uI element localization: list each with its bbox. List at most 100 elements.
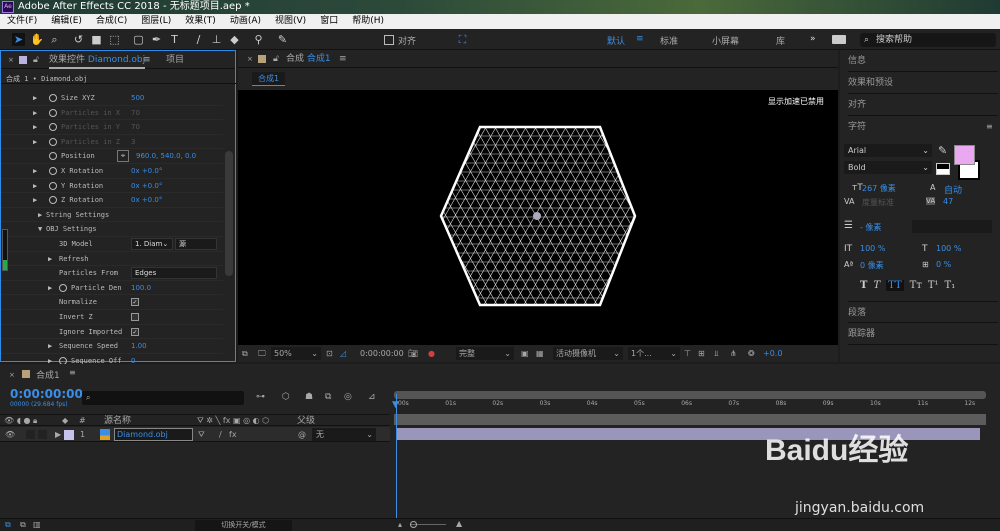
tab-project[interactable]: 项目 — [166, 51, 184, 69]
sync-settings-icon[interactable] — [832, 35, 846, 44]
effect-property-row[interactable]: ▶ Size XYZ 500 — [1, 91, 223, 106]
vertical-scale-value[interactable]: 100 % — [860, 244, 885, 253]
eraser-tool-icon[interactable]: ◆ — [228, 33, 241, 46]
visibility-icon[interactable]: 👁︎ — [5, 427, 15, 442]
scrollbar[interactable] — [225, 151, 233, 276]
puppet-pin-tool-icon[interactable]: ✎ — [276, 33, 289, 46]
toggle-switches-modes-button[interactable]: 切换开关/模式 — [195, 520, 292, 531]
lock-icon[interactable]: 🔓︎ — [33, 51, 39, 69]
stopwatch-icon[interactable] — [49, 152, 57, 161]
modes-toggle-icon[interactable]: ⧉ — [20, 520, 26, 530]
expand-arrow-icon[interactable]: ▶ — [48, 281, 52, 295]
stopwatch-icon[interactable] — [49, 137, 57, 146]
property-value[interactable]: 960.0, 540.0, 0.0 — [136, 149, 196, 163]
graph-editor-icon[interactable]: ⊿ — [368, 392, 376, 402]
workspace-small-screen[interactable]: 小屏幕 — [712, 34, 739, 47]
black-white-swatch[interactable] — [936, 163, 950, 175]
layer-row[interactable]: 👁︎ ▶ 1 Diamond.obj ⛛ / fx @ 无 ⌄ — [0, 427, 390, 442]
effect-property-row[interactable]: ▶ Particle Den 100.0 — [1, 281, 223, 296]
paragraph-panel[interactable]: 段落 — [848, 301, 998, 323]
zoom-select[interactable]: 50% ⌄ — [271, 347, 321, 360]
expand-arrow-icon[interactable]: ▶ — [33, 179, 37, 193]
current-time[interactable]: 0:00:00:00 — [10, 387, 83, 401]
faux-italic-button[interactable]: T — [873, 280, 880, 291]
snapshot-icon[interactable]: 📷︎ — [408, 345, 418, 362]
expand-down-arrow-icon[interactable]: ▼ — [38, 222, 42, 236]
stopwatch-icon[interactable] — [49, 108, 57, 117]
effect-property-row[interactable]: ▶ Sequence Speed 1.00 — [1, 339, 223, 354]
zoom-out-icon[interactable]: ▴ — [398, 520, 402, 529]
close-tab-icon[interactable]: × — [247, 50, 253, 68]
close-tab-icon[interactable]: × — [9, 371, 15, 379]
resolution-select[interactable]: 完整 ⌄ — [456, 347, 514, 360]
model-select[interactable]: 1. Diam⌄ — [131, 238, 173, 250]
stopwatch-icon[interactable] — [49, 196, 57, 205]
expand-arrow-icon[interactable]: ▶ — [33, 193, 37, 207]
effect-property-row[interactable]: ▶ Particles in X 70 — [1, 106, 223, 121]
pen-tool-icon[interactable]: ✒ — [150, 33, 163, 46]
expand-arrow-icon[interactable]: ▶ — [33, 135, 37, 149]
rotate-tool-icon[interactable]: ↺ — [72, 33, 85, 46]
all-caps-button[interactable]: TT — [886, 280, 904, 291]
frame-blending-icon[interactable]: ⧉ — [325, 392, 331, 402]
clone-stamp-tool-icon[interactable]: ⊥ — [210, 33, 223, 46]
subscript-button[interactable]: T₁ — [945, 280, 956, 291]
panel-menu-icon[interactable]: ≡ — [143, 51, 151, 69]
property-value[interactable]: 0x +0.0° — [131, 193, 162, 207]
type-tool-icon[interactable]: T — [168, 33, 181, 46]
draft-3d-icon[interactable]: ⊤ — [684, 345, 691, 362]
expand-arrow-icon[interactable]: ▶ — [33, 91, 37, 105]
expand-arrow-icon[interactable]: ▶ — [38, 208, 42, 222]
source-select[interactable]: 源 — [175, 238, 217, 250]
property-value[interactable]: 500 — [131, 91, 144, 105]
expand-arrow-icon[interactable]: ▶ — [33, 164, 37, 178]
property-value[interactable]: 70 — [131, 120, 140, 134]
column-source-name[interactable]: 源名称 — [104, 415, 131, 427]
playhead[interactable] — [396, 394, 397, 518]
search-help-input[interactable]: ⌕ 搜索帮助 — [860, 33, 996, 47]
rectangle-tool-icon[interactable]: ▢ — [132, 33, 145, 46]
zoom-tool-icon[interactable]: ⌕ — [48, 33, 61, 46]
hand-tool-icon[interactable]: ✋ — [30, 33, 44, 46]
expand-arrow-icon[interactable]: ▶ — [48, 339, 52, 353]
menu-help[interactable]: 帮助(H) — [345, 14, 391, 29]
kerning-value[interactable]: 度量标准 — [862, 197, 894, 208]
brush-tool-icon[interactable]: ∕ — [192, 33, 205, 46]
stopwatch-icon[interactable] — [49, 123, 57, 132]
particles-from-select[interactable]: Edges — [131, 267, 217, 280]
shy-switch-icon[interactable]: ⛛ — [198, 427, 205, 442]
roto-brush-tool-icon[interactable]: ⚲ — [252, 33, 265, 46]
layer-label-color[interactable] — [64, 430, 74, 440]
pickwhip-icon[interactable]: @ — [298, 427, 306, 442]
menu-file[interactable]: 文件(F) — [0, 14, 44, 29]
effect-property-row[interactable]: ▶ Particles in Y 70 — [1, 120, 223, 135]
effect-property-row[interactable]: ▶ Z Rotation 0x +0.0° — [1, 193, 223, 208]
workspace-default[interactable]: 默认 — [607, 34, 625, 47]
stopwatch-icon[interactable] — [49, 94, 57, 102]
workspace-library[interactable]: 库 — [776, 34, 785, 47]
expand-arrow-icon[interactable]: ▶ — [55, 427, 61, 442]
effect-property-row[interactable]: ▶ X Rotation 0x +0.0° — [1, 164, 223, 179]
info-panel[interactable]: 信息 — [848, 50, 998, 72]
horizontal-scale-value[interactable]: 100 % — [936, 244, 961, 253]
zoom-slider-handle[interactable] — [410, 521, 417, 528]
font-style-select[interactable]: Bold ⌄ — [844, 161, 932, 174]
menu-edit[interactable]: 编辑(E) — [44, 14, 89, 29]
stroke-type-select[interactable] — [912, 220, 992, 233]
in-out-toggle-icon[interactable]: ▥ — [33, 520, 41, 529]
tab-effect-controls[interactable]: 效果控件 Diamond.obj — [49, 51, 146, 69]
work-area-bar[interactable] — [394, 414, 986, 425]
lock-toggle[interactable] — [38, 430, 47, 439]
views-select[interactable]: 1个... ⌄ — [628, 347, 680, 360]
channel-icon[interactable]: ● — [428, 345, 435, 362]
playhead-handle-icon[interactable]: ▼ — [392, 400, 399, 410]
motion-blur-icon[interactable]: ◎ — [344, 392, 352, 402]
solo-toggle[interactable] — [26, 430, 35, 439]
comp-flowchart-icon[interactable]: ⊞ — [698, 345, 705, 362]
tracking-value[interactable]: 47 — [943, 197, 953, 206]
panel-menu-icon[interactable]: ≡ — [69, 368, 76, 377]
quality-switch-icon[interactable]: / — [219, 427, 222, 442]
always-preview-icon[interactable]: ⧉ — [242, 345, 248, 362]
fast-preview-icon[interactable]: ▣ — [521, 345, 529, 362]
property-value[interactable]: 1.00 — [131, 339, 147, 353]
